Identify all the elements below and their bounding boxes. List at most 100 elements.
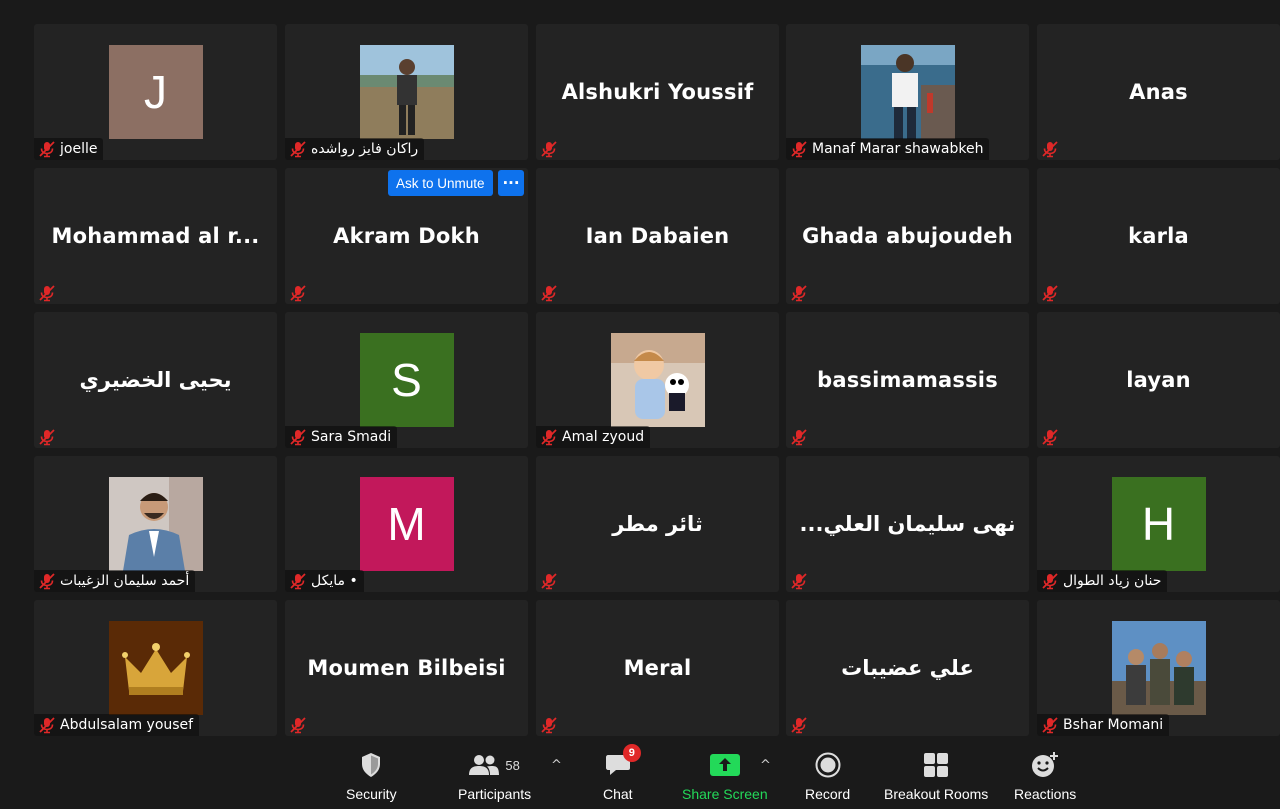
- participant-name-bar: راكان فايز رواشده: [285, 138, 425, 160]
- avatar-photo: [610, 333, 705, 427]
- participant-tile[interactable]: Jjoelle: [34, 24, 277, 160]
- muted-mic-icon: [790, 428, 808, 446]
- participant-display-name: Mohammad al r...: [51, 224, 260, 248]
- participant-name-label: Bshar Momani: [1063, 717, 1164, 733]
- participant-name-label: راكان فايز رواشده: [311, 141, 419, 157]
- avatar-photo: [860, 45, 955, 139]
- participant-tile[interactable]: bassimamassis: [786, 312, 1029, 448]
- participant-tile[interactable]: Ian Dabaien: [536, 168, 779, 304]
- muted-mic-icon: [289, 140, 307, 158]
- record-button[interactable]: Record: [805, 750, 850, 802]
- breakout-rooms-button[interactable]: Breakout Rooms: [884, 750, 988, 802]
- security-button[interactable]: Security: [346, 750, 397, 802]
- participant-tile[interactable]: H حنان زياد الطوال: [1037, 456, 1280, 592]
- muted-mic-icon: [540, 428, 558, 446]
- chat-button[interactable]: 9 Chat: [603, 744, 641, 802]
- participant-name-bar: [786, 714, 818, 736]
- participant-display-name: Meral: [623, 656, 692, 680]
- participant-tile[interactable]: ...نهى سليمان العلي: [786, 456, 1029, 592]
- shield-icon: [360, 750, 382, 780]
- ask-to-unmute-button[interactable]: Ask to Unmute: [388, 170, 493, 196]
- participant-tile[interactable]: Ghada abujoudeh: [786, 168, 1029, 304]
- chat-badge: 9: [622, 744, 641, 762]
- avatar-photo: [108, 477, 203, 571]
- participant-tile[interactable]: M مايكل •: [285, 456, 528, 592]
- participant-tile[interactable]: علي عضيبات: [786, 600, 1029, 736]
- participant-name-bar: [1037, 282, 1069, 304]
- avatar-photo: [108, 621, 203, 715]
- reactions-label: Reactions: [1014, 786, 1077, 802]
- participant-tile[interactable]: Moumen Bilbeisi: [285, 600, 528, 736]
- record-label: Record: [805, 786, 851, 802]
- participant-name-bar: حنان زياد الطوال: [1037, 570, 1168, 592]
- participant-tile[interactable]: يحيى الخضيري: [34, 312, 277, 448]
- participants-caret-icon[interactable]: ^: [551, 758, 562, 773]
- participant-name-bar: Bshar Momani: [1037, 714, 1170, 736]
- participant-name-label: Abdulsalam yousef: [60, 717, 194, 733]
- participant-display-name: Ghada abujoudeh: [802, 224, 1013, 248]
- participant-name-bar: [786, 426, 818, 448]
- muted-mic-icon: [289, 572, 307, 590]
- participant-tile[interactable]: layan: [1037, 312, 1280, 448]
- more-options-button[interactable]: ···: [498, 170, 524, 196]
- muted-mic-icon: [38, 284, 56, 302]
- participant-name-bar: [536, 138, 568, 160]
- security-label: Security: [346, 786, 397, 802]
- video-grid: Jjoelle راكان فايز رواشده Alshukri Youssif…: [0, 0, 1280, 740]
- participant-tile[interactable]: karla: [1037, 168, 1280, 304]
- participant-name-label: Amal zyoud: [562, 429, 645, 445]
- participant-name-bar: [285, 282, 317, 304]
- avatar: M: [359, 477, 454, 571]
- participant-name-label: مايكل •: [311, 573, 358, 589]
- participant-name-bar: [536, 570, 568, 592]
- share-screen-label: Share Screen: [682, 786, 768, 802]
- participant-name-label: حنان زياد الطوال: [1063, 573, 1162, 589]
- participant-display-name: ...نهى سليمان العلي: [799, 512, 1016, 536]
- chat-label: Chat: [603, 786, 633, 802]
- meeting-toolbar: Security 58 Participants ^ 9 Chat Share …: [0, 740, 1280, 809]
- participant-display-name: karla: [1128, 224, 1189, 248]
- participant-tile[interactable]: Amal zyoud: [536, 312, 779, 448]
- participant-display-name: علي عضيبات: [841, 656, 974, 680]
- participant-tile[interactable]: Mohammad al r...: [34, 168, 277, 304]
- participant-display-name: Anas: [1129, 80, 1188, 104]
- breakout-rooms-icon: [923, 750, 949, 780]
- participant-tile[interactable]: راكان فايز رواشده: [285, 24, 528, 160]
- participant-tile[interactable]: ثائر مطر: [536, 456, 779, 592]
- participant-tile[interactable]: Meral: [536, 600, 779, 736]
- participant-name-label: Sara Smadi: [311, 429, 392, 445]
- share-screen-button[interactable]: Share Screen: [682, 750, 768, 802]
- record-icon: [815, 750, 841, 780]
- avatar: S: [359, 333, 454, 427]
- avatar-photo: [359, 45, 454, 139]
- participant-name-bar: [1037, 138, 1069, 160]
- muted-mic-icon: [38, 140, 56, 158]
- participant-name-bar: [285, 714, 317, 736]
- participant-tile[interactable]: Manaf Marar shawabkeh: [786, 24, 1029, 160]
- muted-mic-icon: [790, 284, 808, 302]
- participant-tile[interactable]: S Sara Smadi: [285, 312, 528, 448]
- reactions-icon: [1031, 750, 1059, 780]
- participant-tile[interactable]: أحمد سليمان الزغيبات: [34, 456, 277, 592]
- avatar: H: [1111, 477, 1206, 571]
- participant-display-name: يحيى الخضيري: [79, 368, 232, 392]
- participant-name-bar: [1037, 426, 1069, 448]
- participant-name-label: أحمد سليمان الزغيبات: [60, 573, 190, 589]
- muted-mic-icon: [1041, 716, 1059, 734]
- participant-tile[interactable]: Alshukri Youssif: [536, 24, 779, 160]
- reactions-button[interactable]: Reactions: [1014, 750, 1076, 802]
- avatar: J: [108, 45, 203, 139]
- breakout-rooms-label: Breakout Rooms: [884, 786, 989, 802]
- participant-tile[interactable]: Abdulsalam yousef: [34, 600, 277, 736]
- share-screen-caret-icon[interactable]: ^: [760, 758, 771, 773]
- participants-button[interactable]: 58 Participants: [458, 750, 531, 802]
- participant-name-bar: [536, 714, 568, 736]
- muted-mic-icon: [1041, 572, 1059, 590]
- participant-display-name: layan: [1126, 368, 1191, 392]
- muted-mic-icon: [790, 572, 808, 590]
- participant-display-name: Moumen Bilbeisi: [307, 656, 506, 680]
- participant-tile[interactable]: Anas: [1037, 24, 1280, 160]
- participant-name-bar: [34, 426, 66, 448]
- participant-tile[interactable]: Bshar Momani: [1037, 600, 1280, 736]
- participant-name-bar: joelle: [34, 138, 104, 160]
